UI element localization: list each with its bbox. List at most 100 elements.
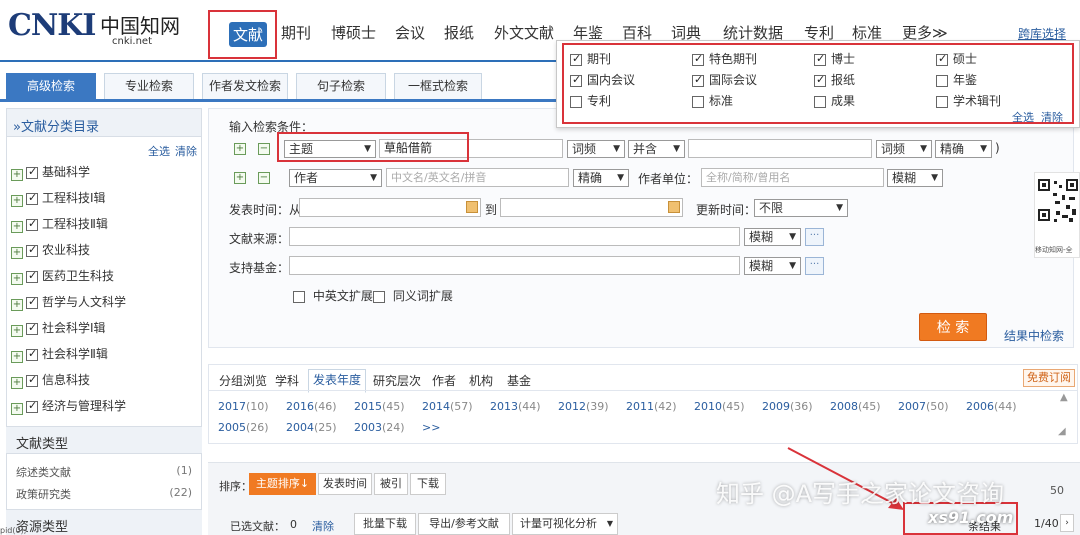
- remove-row-icon[interactable]: −: [258, 143, 270, 155]
- collapse-icon[interactable]: ▲: [1060, 392, 1068, 403]
- sort-download[interactable]: 下载: [410, 473, 446, 495]
- search-button[interactable]: 检 索: [919, 313, 987, 341]
- sidebar-category[interactable]: + 农业科技: [11, 241, 90, 259]
- search-in-result-link[interactable]: 结果中检索: [1004, 327, 1064, 344]
- tab-sentence[interactable]: 句子检索: [296, 73, 386, 99]
- calendar-icon[interactable]: [466, 201, 478, 213]
- ext-synonym[interactable]: 同义词扩展: [373, 287, 453, 304]
- group-tab[interactable]: 学科: [275, 372, 299, 389]
- fund-input[interactable]: [289, 256, 740, 275]
- author-input[interactable]: 中文名/英文名/拼音: [386, 168, 569, 187]
- expand-icon[interactable]: +: [11, 325, 23, 337]
- group-tab[interactable]: 机构: [469, 372, 493, 389]
- category-checkbox[interactable]: [26, 373, 38, 387]
- export-button[interactable]: 导出/参考文献: [418, 513, 510, 535]
- db-item[interactable]: 博士: [814, 50, 855, 67]
- more-icon[interactable]: ···: [805, 257, 824, 275]
- db-item-checkbox[interactable]: [814, 73, 826, 87]
- sidebar-clear[interactable]: 清除: [175, 143, 197, 159]
- year-filter[interactable]: 2004(25): [286, 421, 337, 434]
- update-select[interactable]: 不限 ▼: [754, 199, 848, 217]
- sidebar-category[interactable]: + 哲学与人文科学: [11, 293, 126, 311]
- sidebar-select-all[interactable]: 全选: [148, 143, 170, 159]
- db-item[interactable]: 硕士: [936, 50, 977, 67]
- year-filter[interactable]: 2017(10): [218, 400, 269, 413]
- expand-icon[interactable]: +: [11, 221, 23, 233]
- db-item-checkbox[interactable]: [570, 95, 582, 108]
- db-item[interactable]: 专利: [570, 92, 611, 109]
- subscribe-button[interactable]: 免费订阅: [1023, 369, 1075, 387]
- org-input[interactable]: 全称/简称/曾用名: [701, 168, 884, 187]
- expand-icon[interactable]: +: [11, 351, 23, 363]
- db-item[interactable]: 成果: [814, 92, 855, 109]
- logo[interactable]: CNKI 中国知网 cnki.net: [8, 6, 198, 50]
- calendar-icon[interactable]: [668, 201, 680, 213]
- ext-cn-en-checkbox[interactable]: [293, 290, 305, 303]
- expand-icon[interactable]: +: [11, 403, 23, 415]
- date-to-input[interactable]: [500, 198, 683, 217]
- db-item-checkbox[interactable]: [936, 52, 948, 66]
- sidebar-category[interactable]: + 工程科技Ⅰ辑: [11, 189, 106, 207]
- nav-item[interactable]: 报纸: [444, 22, 474, 43]
- year-filter[interactable]: 2010(45): [694, 400, 745, 413]
- source-match-select[interactable]: 模糊 ▼: [744, 228, 801, 246]
- expand-icon[interactable]: +: [11, 299, 23, 311]
- db-item-checkbox[interactable]: [570, 73, 582, 87]
- db-item[interactable]: 报纸: [814, 71, 855, 88]
- freq-select[interactable]: 词频 ▼: [567, 140, 625, 158]
- category-checkbox[interactable]: [26, 217, 38, 231]
- db-clear[interactable]: 清除: [1041, 109, 1063, 125]
- fund-match-select[interactable]: 模糊 ▼: [744, 257, 801, 275]
- nav-item[interactable]: 会议: [395, 22, 425, 43]
- year-filter[interactable]: 2003(24): [354, 421, 405, 434]
- year-filter[interactable]: 2005(26): [218, 421, 269, 434]
- db-item-checkbox[interactable]: [692, 52, 704, 66]
- expand-icon[interactable]: +: [11, 273, 23, 285]
- category-checkbox[interactable]: [26, 399, 38, 413]
- category-checkbox[interactable]: [26, 295, 38, 309]
- sidebar-category[interactable]: + 工程科技Ⅱ辑: [11, 215, 108, 233]
- year-filter[interactable]: 2014(57): [422, 400, 473, 413]
- tab-professional[interactable]: 专业检索: [104, 73, 194, 99]
- db-item[interactable]: 特色期刊: [692, 50, 757, 67]
- db-item-checkbox[interactable]: [814, 52, 826, 66]
- db-item-checkbox[interactable]: [692, 73, 704, 87]
- year-filter[interactable]: 2006(44): [966, 400, 1017, 413]
- remove-row-icon[interactable]: −: [258, 172, 270, 184]
- db-item-checkbox[interactable]: [570, 52, 582, 66]
- sort-date[interactable]: 发表时间: [318, 473, 372, 495]
- logic-select[interactable]: 并含 ▼: [628, 140, 685, 158]
- sidebar-category[interactable]: + 社会科学Ⅱ辑: [11, 345, 108, 363]
- chart-icon[interactable]: ◢: [1058, 426, 1066, 437]
- sidebar-category[interactable]: + 信息科技: [11, 371, 90, 389]
- db-item[interactable]: 国际会议: [692, 71, 757, 88]
- sidebar-category[interactable]: + 社会科学Ⅰ辑: [11, 319, 106, 337]
- doctype-item[interactable]: 综述类文献 (1): [16, 464, 194, 480]
- sidebar-category[interactable]: + 经济与管理科学: [11, 397, 126, 415]
- expand-icon[interactable]: +: [11, 195, 23, 207]
- visualize-button[interactable]: 计量可视化分析 ▼: [512, 513, 618, 535]
- category-checkbox[interactable]: [26, 191, 38, 205]
- db-item-checkbox[interactable]: [692, 95, 704, 108]
- year-filter[interactable]: 2016(46): [286, 400, 337, 413]
- expand-icon[interactable]: +: [11, 377, 23, 389]
- category-checkbox[interactable]: [26, 243, 38, 257]
- year-filter[interactable]: 2012(39): [558, 400, 609, 413]
- keyword2-input[interactable]: [688, 139, 872, 158]
- db-item-checkbox[interactable]: [936, 74, 948, 87]
- add-row-icon[interactable]: +: [234, 143, 246, 155]
- source-input[interactable]: [289, 227, 740, 246]
- year-filter[interactable]: 2008(45): [830, 400, 881, 413]
- tab-single-box[interactable]: 一框式检索: [394, 73, 482, 99]
- year-filter[interactable]: 2007(50): [898, 400, 949, 413]
- year-filter[interactable]: 2013(44): [490, 400, 541, 413]
- year-filter[interactable]: 2011(42): [626, 400, 677, 413]
- db-item[interactable]: 学术辑刊: [936, 92, 1001, 109]
- expand-icon[interactable]: +: [11, 247, 23, 259]
- add-row-icon[interactable]: +: [234, 172, 246, 184]
- db-item-checkbox[interactable]: [814, 95, 826, 108]
- more-icon[interactable]: ···: [805, 228, 824, 246]
- freq2-select[interactable]: 词频 ▼: [876, 140, 932, 158]
- category-checkbox[interactable]: [26, 269, 38, 283]
- sort-topic[interactable]: 主题排序↓: [249, 473, 316, 495]
